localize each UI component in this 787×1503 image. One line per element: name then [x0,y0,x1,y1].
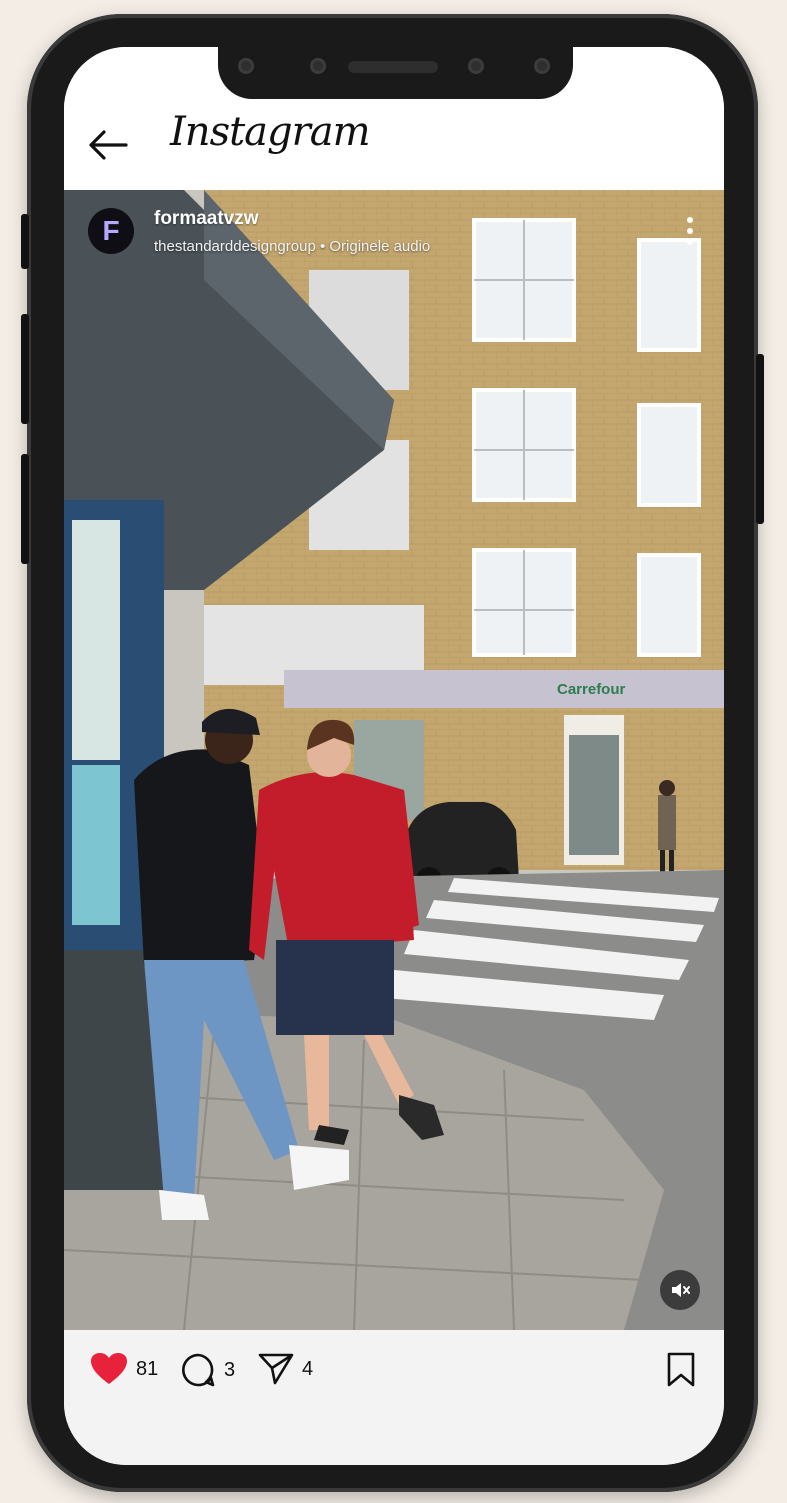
share-button[interactable]: 4 [258,1352,313,1386]
post-header[interactable]: F formaatvzw thestandarddesigngroup • Or… [88,208,430,255]
reel-video[interactable]: Carrefour F formaatvzw thestandarddesign… [64,190,724,1330]
avatar[interactable]: F [88,208,134,254]
like-button[interactable]: 81 [90,1352,158,1386]
share-count: 4 [302,1357,314,1380]
comment-icon[interactable] [180,1352,216,1388]
store-sign: Carrefour [557,681,626,698]
audio-credit[interactable]: thestandarddesigngroup • Originele audio [154,238,430,255]
back-arrow-icon[interactable] [86,127,130,163]
volume-down-button [21,454,29,564]
phone-screen: Instagram Carrefour F formaatvzw thestan… [64,47,724,1465]
power-button [756,354,764,524]
video-frame: Carrefour [64,190,724,1330]
camera-notch [218,43,573,99]
comment-button[interactable]: 3 [180,1352,235,1388]
like-count: 81 [136,1357,159,1380]
heart-icon[interactable] [90,1352,128,1386]
side-button [21,214,29,269]
more-icon[interactable] [686,216,694,246]
share-icon[interactable] [258,1352,294,1386]
mute-icon [672,1283,690,1297]
mute-button[interactable] [660,1270,700,1310]
volume-up-button [21,314,29,424]
action-bar: 81 3 4 [64,1330,724,1465]
bookmark-icon[interactable] [666,1352,696,1388]
app-title: Instagram [170,109,371,155]
username[interactable]: formaatvzw [154,208,430,230]
comment-count: 3 [224,1358,236,1381]
